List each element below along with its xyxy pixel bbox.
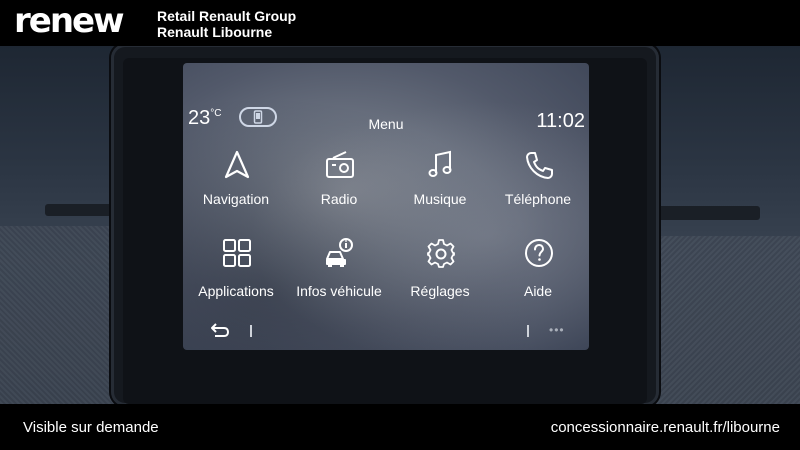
dealer-url[interactable]: concessionnaire.renault.fr/libourne — [551, 419, 780, 436]
tile-applications[interactable]: Applications — [186, 237, 286, 317]
clock: 11:02 — [536, 110, 585, 132]
air-vent-right — [650, 206, 760, 220]
tile-label: Aide — [523, 283, 553, 299]
tile-label: Réglages — [410, 283, 470, 299]
tile-label: Applications — [198, 283, 274, 299]
menu-title: Menu — [368, 116, 404, 132]
help-question-icon — [525, 239, 553, 267]
tile-telephone[interactable]: Téléphone — [488, 149, 588, 229]
seat-fabric-right — [640, 236, 800, 404]
dealer-group-name: Retail Renault Group — [157, 8, 297, 24]
divider — [527, 325, 529, 337]
bottom-footer: Visible sur demande concessionnaire.rena… — [0, 404, 800, 450]
tile-musique[interactable]: Musique — [390, 149, 490, 229]
divider — [250, 325, 252, 337]
tile-aide[interactable]: Aide — [488, 237, 588, 317]
apps-grid-icon — [223, 239, 251, 267]
tile-label: Navigation — [202, 191, 270, 207]
infotainment-display: 23°C Menu 11:02 Navigation Radio Musique — [183, 63, 589, 350]
navigation-arrow-icon — [224, 150, 250, 179]
tile-label: Téléphone — [504, 191, 572, 207]
top-banner: renew Retail Renault Group Renault Libou… — [0, 0, 800, 46]
back-arrow-icon[interactable] — [209, 321, 231, 339]
tile-label: Radio — [320, 191, 358, 207]
availability-text: Visible sur demande — [23, 419, 159, 436]
car-info-icon — [326, 238, 353, 267]
bottom-bar: ••• — [183, 313, 589, 343]
more-dots-icon[interactable]: ••• — [549, 323, 565, 337]
tile-navigation[interactable]: Navigation — [186, 149, 286, 229]
tile-radio[interactable]: Radio — [289, 149, 389, 229]
air-vent-left — [45, 204, 120, 216]
dealer-name: Renault Libourne — [157, 24, 273, 40]
tile-label: Infos véhicule — [296, 283, 382, 299]
music-note-icon — [428, 150, 452, 177]
phone-handset-icon — [526, 152, 553, 179]
gear-icon — [427, 239, 455, 268]
radio-icon — [326, 151, 354, 178]
tile-label: Musique — [413, 191, 467, 207]
tile-infos-vehicule[interactable]: Infos véhicule — [289, 237, 389, 317]
renew-logo: renew — [14, 1, 125, 41]
tile-reglages[interactable]: Réglages — [390, 237, 490, 317]
